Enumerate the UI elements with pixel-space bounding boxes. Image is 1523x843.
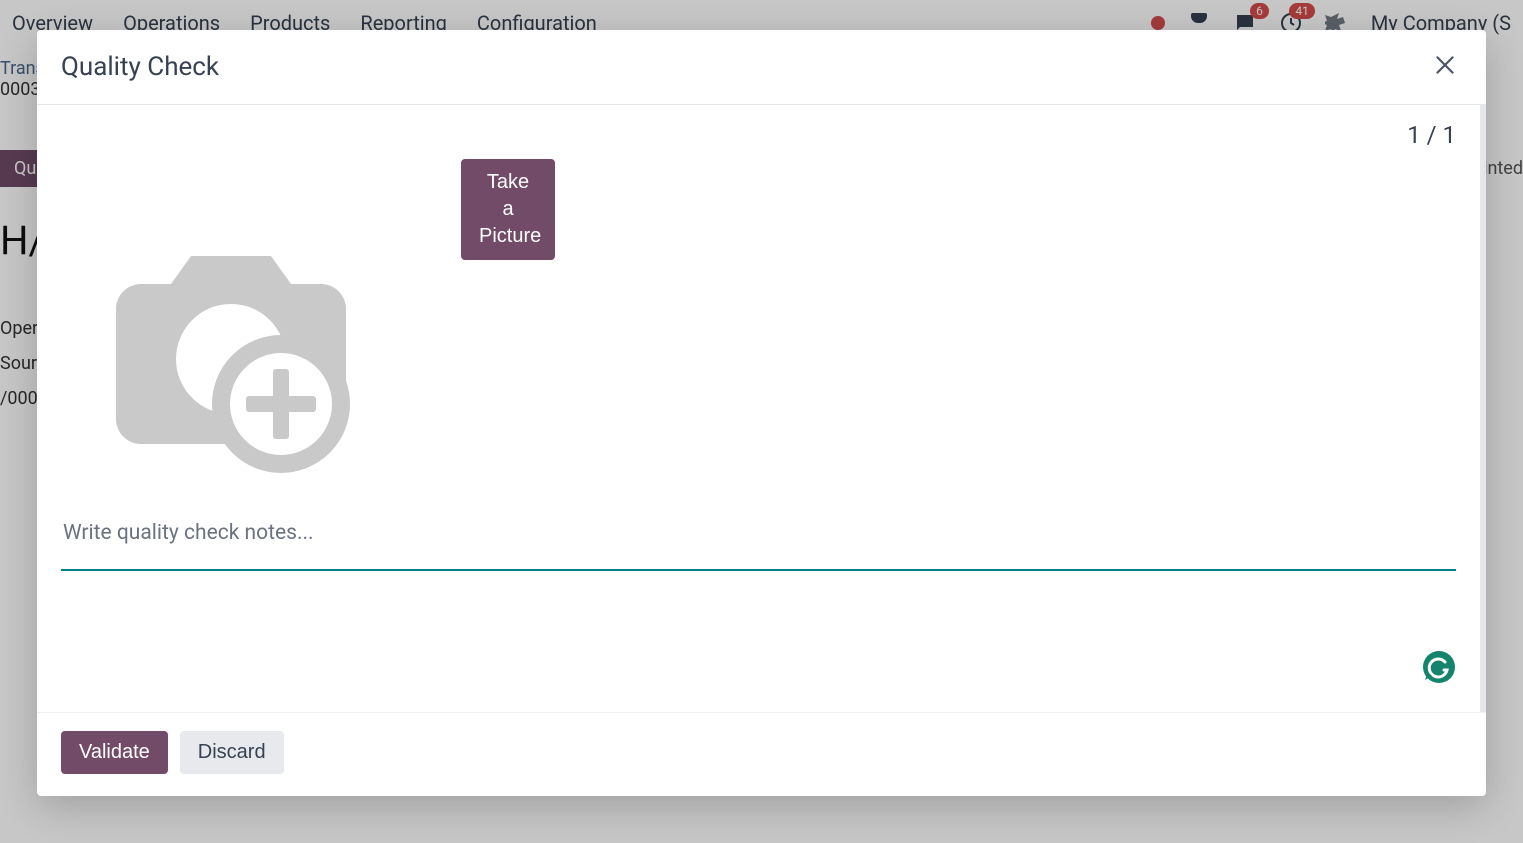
- page-counter: 1 / 1: [61, 121, 1456, 149]
- take-picture-button[interactable]: Take a Picture: [461, 159, 555, 260]
- grammarly-icon[interactable]: [1422, 650, 1456, 684]
- quality-check-modal: Quality Check 1 / 1 Tak: [37, 30, 1486, 796]
- discard-button[interactable]: Discard: [180, 731, 284, 774]
- close-icon[interactable]: [1428, 48, 1462, 86]
- modal-title: Quality Check: [61, 52, 219, 82]
- camera-placeholder-icon[interactable]: [61, 159, 401, 479]
- modal-body: 1 / 1 Take a Picture Write quality check: [37, 105, 1486, 712]
- modal-footer: Validate Discard: [37, 712, 1486, 796]
- modal-header: Quality Check: [37, 30, 1486, 105]
- validate-button[interactable]: Validate: [61, 731, 168, 774]
- notes-input[interactable]: Write quality check notes...: [61, 515, 1456, 571]
